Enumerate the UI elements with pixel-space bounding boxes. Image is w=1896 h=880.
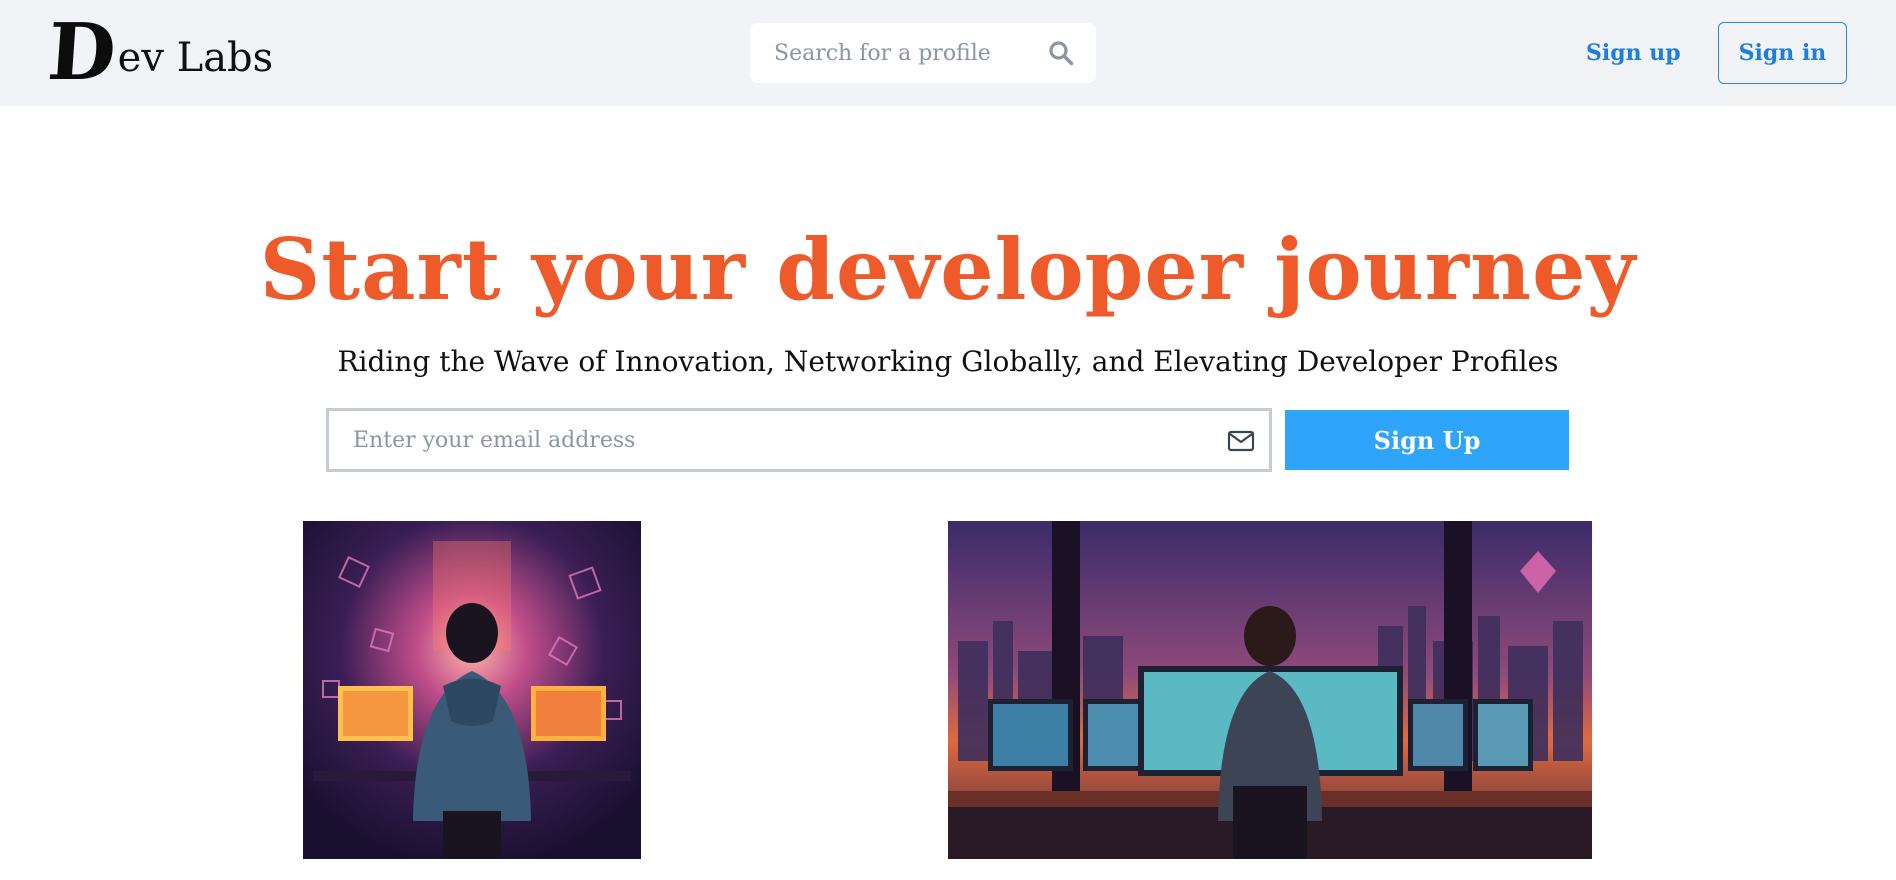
site-header: D ev Labs Sign up Sign in [0, 0, 1896, 106]
logo-text: ev Labs [117, 35, 274, 81]
hero-subtitle: Riding the Wave of Innovation, Networkin… [337, 345, 1559, 378]
email-field-wrapper [326, 408, 1272, 472]
profile-search [750, 23, 1096, 83]
signin-button[interactable]: Sign in [1718, 22, 1847, 84]
logo-initial: D [44, 7, 117, 98]
signup-cta-button[interactable]: Sign Up [1285, 410, 1569, 470]
developer-illustration-left [303, 521, 641, 859]
hero-title: Start your developer journey [259, 220, 1637, 319]
developer-illustration-right [948, 521, 1592, 859]
search-icon[interactable] [1048, 40, 1074, 66]
email-input[interactable] [353, 418, 1193, 462]
logo[interactable]: D ev Labs [44, 7, 274, 98]
mail-icon [1227, 430, 1255, 452]
nav-signup-link[interactable]: Sign up [1586, 34, 1681, 72]
search-input[interactable] [774, 33, 1054, 73]
